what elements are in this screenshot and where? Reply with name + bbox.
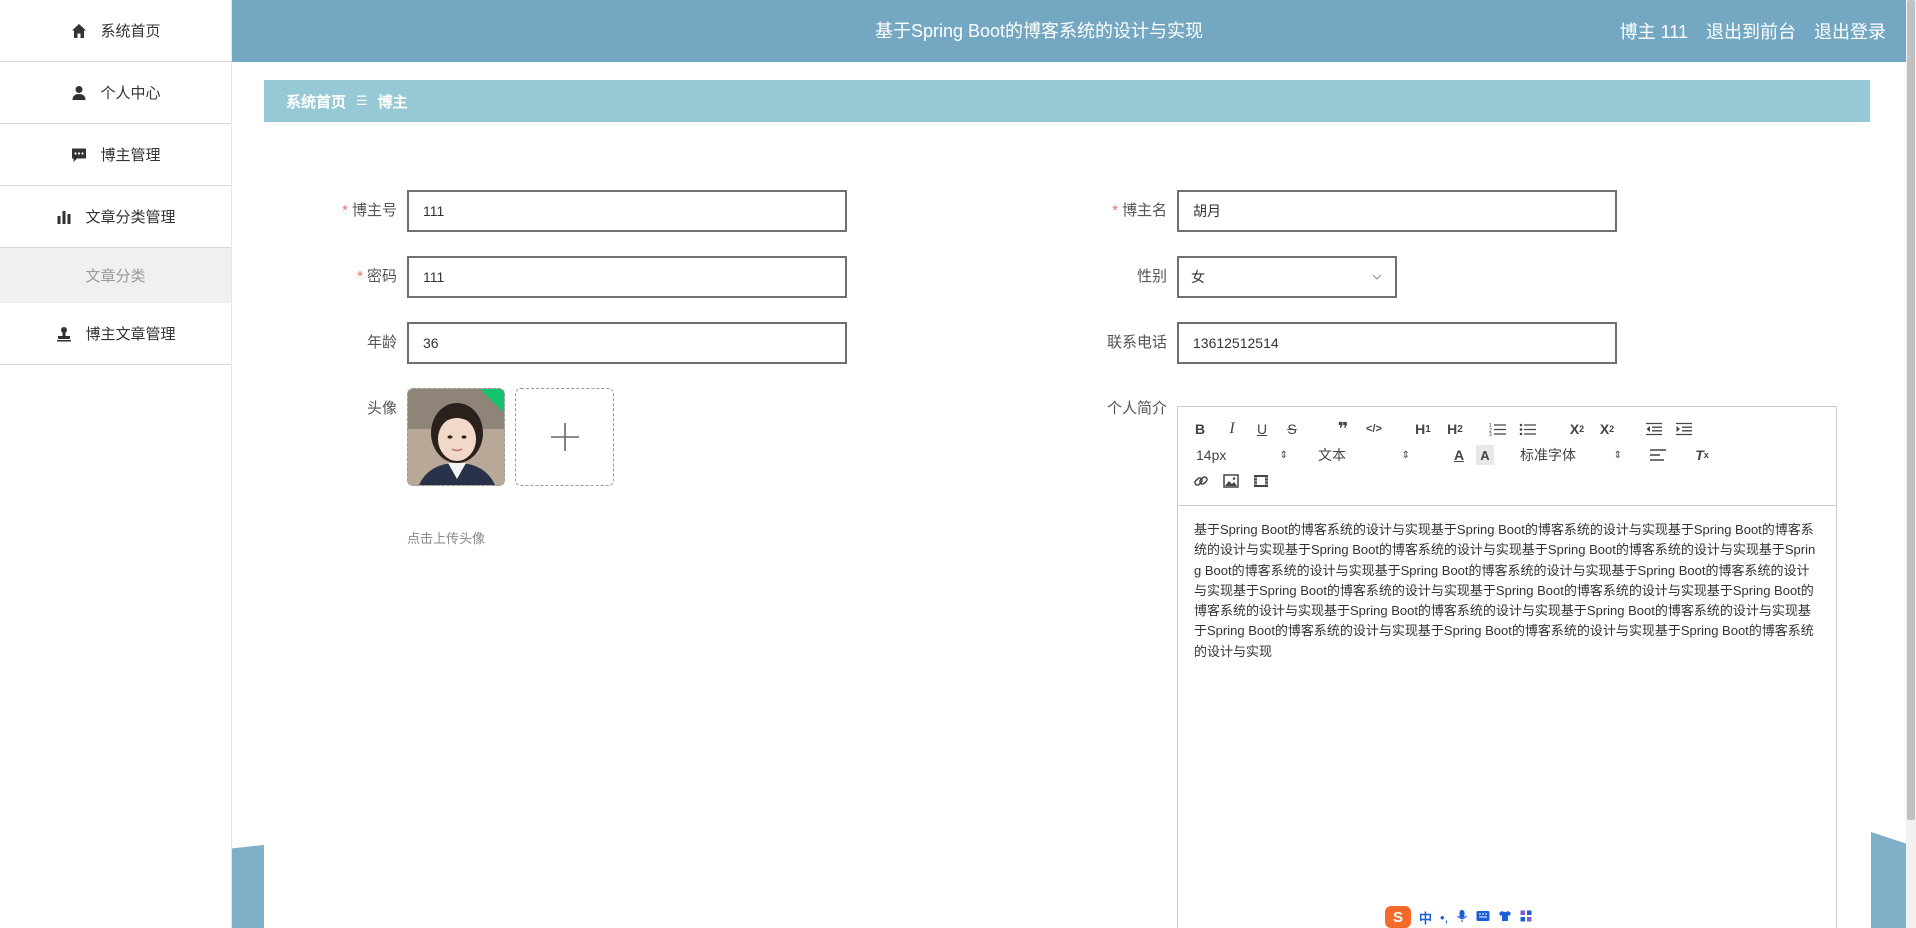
sidebar-item-label: 个人中心 [100,85,161,102]
ime-toolbar[interactable]: S 中 •, [1385,906,1562,928]
breadcrumb-home[interactable]: 系统首页 [286,91,346,112]
scrollbar-thumb[interactable] [1907,0,1915,820]
updown-icon: ⇕ [1279,449,1288,461]
bar-chart-icon [55,208,73,226]
home-icon [70,22,88,40]
required-mark: * [342,202,348,219]
heading1-icon[interactable]: H1 [1412,419,1434,439]
sidebar-item-label: 系统首页 [100,23,161,40]
sidebar-item-label: 博主文章管理 [85,326,176,343]
updown-icon: ⇕ [1613,449,1622,461]
background-color-icon[interactable]: A [1476,445,1494,465]
font-family-select[interactable]: 标准字体 ⇕ [1520,445,1622,465]
avatar-label: 头像 [366,400,397,417]
blogger-no-input[interactable]: 111 [407,190,847,232]
top-header: 基于Spring Boot的博客系统的设计与实现 博主 111 退出到前台 退出… [232,0,1906,62]
page-scrollbar[interactable] [1906,0,1916,928]
superscript-icon[interactable]: X2 [1596,419,1618,439]
age-input[interactable]: 36 [407,322,847,364]
keyboard-icon[interactable] [1476,910,1490,925]
outdent-icon[interactable] [1644,419,1664,439]
ordered-list-icon[interactable]: 123 [1488,419,1508,439]
plus-icon [550,423,579,451]
bullet-list-icon[interactable] [1518,419,1538,439]
clear-format-icon[interactable]: Tx [1692,445,1712,465]
logout-link[interactable]: 退出登录 [1814,18,1886,44]
exit-to-front-link[interactable]: 退出到前台 [1706,18,1796,44]
bio-rich-text-editor: B I U S ❞ </> H1 H2 123 X2 X2 14px ⇕ 文本 ⇕ … [1177,406,1837,928]
updown-icon: ⇕ [1401,449,1410,461]
breadcrumb-current: 博主 [377,93,408,111]
required-mark: * [357,268,363,285]
font-color-icon[interactable]: A [1450,445,1468,465]
sidebar-item-home[interactable]: 系统首页 [0,0,231,62]
sidebar-item-category-manage[interactable]: 文章分类管理 [0,186,231,248]
blogger-name-label: * 博主名 [1112,202,1167,219]
ime-mode[interactable]: 中 [1419,908,1432,927]
indent-icon[interactable] [1674,419,1694,439]
gender-select-value: 女 [1191,269,1205,285]
svg-text:3: 3 [1489,432,1492,436]
gender-select[interactable]: 女 [1177,256,1397,298]
code-block-icon[interactable]: </> [1364,419,1384,439]
gender-label: 性别 [1136,268,1167,285]
sidebar-item-blogger-articles[interactable]: 博主文章管理 [0,303,231,365]
grid-menu-icon[interactable] [1520,910,1532,925]
sidebar-item-label: 文章分类 [85,268,146,285]
microphone-icon[interactable] [1456,909,1468,926]
header-actions: 博主 111 退出到前台 退出登录 [1620,0,1886,62]
image-icon[interactable] [1222,471,1240,491]
strikethrough-icon[interactable]: S [1284,419,1300,439]
bio-label: 个人简介 [1106,400,1167,417]
blockquote-icon[interactable]: ❞ [1334,419,1352,439]
sidebar-item-profile[interactable]: 个人中心 [0,62,231,124]
link-icon[interactable] [1192,471,1210,491]
sidebar-item-blogger-manage[interactable]: 博主管理 [0,124,231,186]
avatar-image[interactable] [407,388,505,486]
video-icon[interactable] [1252,471,1270,491]
editor-toolbar: B I U S ❞ </> H1 H2 123 X2 X2 14px ⇕ 文本 ⇕ … [1178,407,1836,506]
sidebar-subitem-category[interactable]: 文章分类 [0,248,231,303]
phone-input[interactable]: 13612512514 [1177,322,1617,364]
align-left-icon[interactable] [1648,445,1668,465]
skin-icon[interactable] [1498,910,1512,925]
blogger-no-label: * 博主号 [342,202,397,219]
stamp-icon [55,325,73,343]
chat-icon [70,146,88,164]
sidebar-item-label: 博主管理 [100,147,161,164]
breadcrumb: 系统首页 ☰ 博主 [264,80,1870,122]
age-label: 年龄 [366,334,397,351]
current-user: 博主 111 [1619,22,1688,42]
phone-label: 联系电话 [1106,334,1167,351]
decorative-shape [1871,832,1906,928]
sogou-icon[interactable]: S [1385,906,1411,928]
italic-icon[interactable]: I [1224,419,1240,439]
breadcrumb-separator-icon: ☰ [356,93,368,108]
heading2-icon[interactable]: H2 [1444,419,1466,439]
chevron-down-icon [1372,274,1382,280]
sidebar: 系统首页 个人中心 博主管理 文章分类管理 文章分类 博主文章管理 [0,0,232,928]
bold-icon[interactable]: B [1192,419,1208,439]
password-input[interactable]: 111 [407,256,847,298]
user-icon [70,84,88,102]
required-mark: * [1112,202,1118,219]
password-label: * 密码 [357,268,397,285]
text-type-select[interactable]: 文本 ⇕ [1318,445,1410,465]
subscript-icon[interactable]: X2 [1566,419,1588,439]
blogger-name-input[interactable]: 胡月 [1177,190,1617,232]
underline-icon[interactable]: U [1254,419,1270,439]
avatar-upload-button[interactable] [515,388,614,486]
punctuation-icon[interactable]: •, [1440,910,1448,925]
sidebar-item-label: 文章分类管理 [85,209,176,226]
avatar-upload-tip: 点击上传头像 [407,531,486,546]
font-size-select[interactable]: 14px ⇕ [1196,445,1288,465]
decorative-shape [232,845,264,928]
editor-content[interactable]: 基于Spring Boot的博客系统的设计与实现基于Spring Boot的博客… [1178,506,1836,676]
